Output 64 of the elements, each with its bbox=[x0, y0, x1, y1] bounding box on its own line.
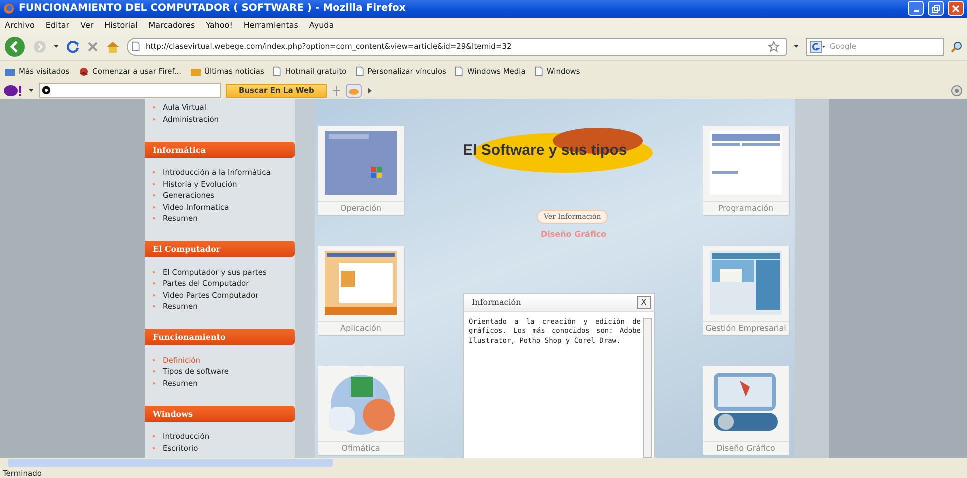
chevron-icon bbox=[153, 292, 158, 298]
menu-item[interactable]: Historial bbox=[104, 21, 138, 30]
chevron-icon bbox=[153, 105, 158, 110]
dropdown-icon bbox=[794, 44, 799, 50]
yahoo-search-field[interactable] bbox=[39, 83, 221, 98]
menu-item[interactable]: Yahoo! bbox=[206, 21, 233, 30]
page-icon bbox=[131, 41, 141, 52]
section-header: El Computador bbox=[145, 241, 295, 258]
plus-icon bbox=[332, 84, 342, 97]
page-icon bbox=[534, 66, 544, 78]
dropdown-icon bbox=[54, 44, 59, 50]
minimize-button[interactable] bbox=[908, 1, 924, 16]
chevron-icon bbox=[153, 304, 158, 310]
section-header: Windows bbox=[145, 406, 295, 422]
page-icon bbox=[354, 66, 365, 78]
section-header: Informática bbox=[145, 142, 295, 158]
search-icon bbox=[42, 86, 51, 96]
forward-icon bbox=[33, 40, 47, 54]
chevron-icon bbox=[153, 204, 158, 210]
chevron-icon bbox=[153, 434, 158, 440]
chevron-icon bbox=[153, 358, 158, 363]
menu-item[interactable]: Ver bbox=[80, 21, 94, 30]
page-icon bbox=[272, 66, 282, 78]
reload-icon bbox=[66, 40, 80, 54]
menu-item[interactable]: Editar bbox=[46, 21, 70, 30]
close-icon bbox=[952, 4, 960, 13]
chevron-icon bbox=[153, 170, 158, 176]
menu-item[interactable]: Ayuda bbox=[309, 21, 334, 30]
chevron-icon bbox=[153, 369, 158, 374]
stop-icon bbox=[87, 40, 99, 53]
category-label: Diseño Gráfico bbox=[541, 230, 607, 239]
chevron-icon bbox=[153, 446, 158, 451]
chevron-icon bbox=[153, 281, 158, 286]
restore-icon bbox=[932, 4, 940, 13]
chevron-icon bbox=[153, 380, 158, 386]
settings-icon bbox=[951, 84, 963, 97]
chevron-icon bbox=[153, 270, 158, 275]
chevron-icon bbox=[153, 116, 158, 122]
firefox-logo-icon bbox=[3, 2, 15, 15]
chevron-icon bbox=[153, 182, 158, 187]
bird-icon bbox=[78, 66, 90, 78]
home-icon bbox=[106, 40, 120, 54]
google-icon bbox=[810, 40, 826, 53]
page-icon bbox=[454, 66, 464, 78]
menu-item[interactable]: Archivo bbox=[5, 21, 35, 30]
close-button[interactable]: X bbox=[637, 296, 651, 309]
search-icon bbox=[951, 40, 963, 53]
scrollbar-thumb[interactable] bbox=[8, 459, 333, 468]
dropdown-icon bbox=[29, 88, 34, 94]
chevron-icon bbox=[153, 216, 158, 222]
scrollbar[interactable] bbox=[643, 318, 652, 458]
dialog-title: Información bbox=[472, 298, 522, 307]
minimize-icon bbox=[914, 10, 918, 12]
menu-item[interactable]: Marcadores bbox=[148, 21, 196, 30]
yahoo-logo-icon bbox=[4, 84, 24, 97]
restore-button[interactable] bbox=[928, 1, 944, 16]
menu-item[interactable]: Herramientas bbox=[244, 21, 298, 30]
close-button[interactable] bbox=[948, 1, 964, 16]
back-icon bbox=[4, 36, 26, 58]
chevron-icon bbox=[153, 193, 158, 198]
section-header: Funcionamiento bbox=[145, 329, 295, 346]
chevron-icon bbox=[367, 86, 374, 95]
star-icon bbox=[768, 40, 780, 53]
window-title: FUNCIONAMIENTO DEL COMPUTADOR ( SOFTWARE ) - Mozilla Firefox bbox=[19, 3, 407, 14]
